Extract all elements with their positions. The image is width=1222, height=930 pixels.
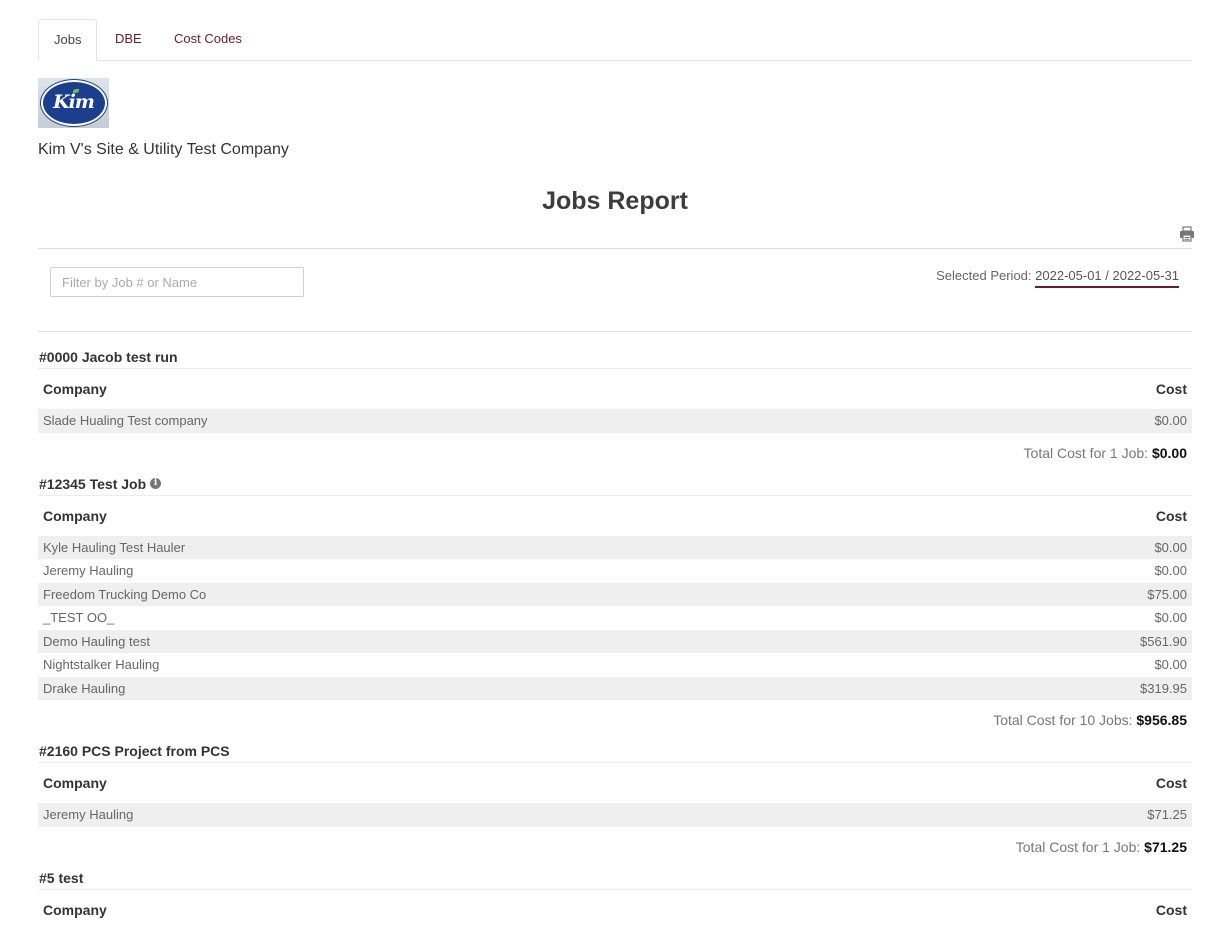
job-section: #12345 Test Job i Company Cost Kyle Hauling … <box>38 473 1192 741</box>
job-section: #2160 PCS Project from PCS Company Cost Jer… <box>38 740 1192 867</box>
job-title-text: #5 test <box>39 869 84 886</box>
info-icon[interactable]: i <box>150 478 162 490</box>
table-row: Kyle Hauling Test Hauler $0.00 <box>38 535 1192 559</box>
cost-cell: $0.00 <box>1154 563 1187 578</box>
column-header-company: Company <box>43 381 107 397</box>
company-cell: Freedom Trucking Demo Co <box>43 586 207 602</box>
tab-dbe[interactable]: DBE <box>100 19 157 59</box>
column-header-cost: Cost <box>1155 507 1187 524</box>
cost-cell: $561.90 <box>1140 633 1187 649</box>
period-picker[interactable]: 2022-05-01 / 2022-05-31 <box>1035 268 1179 288</box>
logo-text: Kim <box>53 91 95 113</box>
job-title-text: #12345 Test Job <box>39 475 147 492</box>
total-label: Total Cost for 1 Job: <box>1023 444 1149 461</box>
divider <box>38 331 1192 332</box>
total-label: Total Cost for 10 Jobs: <box>993 712 1133 728</box>
job-title: #0000 Jacob test run <box>38 346 1192 369</box>
logo-badge: Kim <box>40 80 107 126</box>
tab-bar: Jobs DBE Cost Codes <box>38 0 1192 61</box>
company-cell: Nightstalker Hauling <box>43 657 160 672</box>
company-cell: Demo Hauling test <box>43 633 150 649</box>
cost-cell: $0.00 <box>1154 657 1187 672</box>
table-row: Nightstalker Hauling $0.00 <box>38 653 1192 677</box>
job-total: Total Cost for 1 Job: $71.25 <box>38 827 1192 867</box>
table-header: Company Cost <box>38 763 1192 803</box>
column-header-company: Company <box>43 775 107 791</box>
column-header-company: Company <box>43 507 107 524</box>
page-title: Jobs Report <box>542 187 688 215</box>
job-filter-input[interactable] <box>50 267 304 297</box>
column-header-company: Company <box>43 901 107 918</box>
report-page: Jobs DBE Cost Codes Kim Kim V's Site & U… <box>38 0 1194 918</box>
company-cell: Slade Hualing Test company <box>43 413 208 428</box>
company-cell: Jeremy Hauling <box>43 563 134 578</box>
table-header: Company Cost <box>38 890 1192 930</box>
job-title: #5 test <box>38 867 1192 890</box>
cost-cell: $0.00 <box>1154 413 1187 428</box>
job-title: #12345 Test Job i <box>38 473 1192 496</box>
job-title-text: #0000 Jacob test run <box>39 349 178 365</box>
table-row: _TEST OO_ $0.00 <box>38 606 1192 630</box>
job-section: #5 test Company Cost <box>38 867 1192 930</box>
cost-cell: $0.00 <box>1154 610 1187 625</box>
cost-cell: $71.25 <box>1147 807 1187 822</box>
company-logo: Kim <box>38 78 109 128</box>
total-value: $71.25 <box>1144 838 1187 855</box>
table-row: Slade Hualing Test company $0.00 <box>38 409 1192 433</box>
company-cell: Kyle Hauling Test Hauler <box>43 539 186 555</box>
total-value: $956.85 <box>1136 712 1187 728</box>
table-header: Company Cost <box>38 496 1192 536</box>
table-row: Jeremy Hauling $71.25 <box>38 803 1192 827</box>
tab-jobs[interactable]: Jobs <box>38 19 98 61</box>
job-title-text: #2160 PCS Project from PCS <box>39 743 230 759</box>
table-row: Freedom Trucking Demo Co $75.00 <box>38 582 1192 606</box>
column-header-cost: Cost <box>1155 775 1187 791</box>
company-cell: _TEST OO_ <box>43 610 115 625</box>
table-row: Jeremy Hauling $0.00 <box>38 559 1192 583</box>
job-title: #2160 PCS Project from PCS <box>38 740 1192 763</box>
table-header: Company Cost <box>38 369 1192 409</box>
company-cell: Drake Hauling <box>43 680 126 696</box>
print-icon[interactable] <box>1179 226 1195 242</box>
job-total: Total Cost for 10 Jobs: $956.85 <box>38 700 1192 740</box>
total-label: Total Cost for 1 Job: <box>1015 838 1141 855</box>
total-value: $0.00 <box>1151 444 1187 461</box>
table-row: Drake Hauling $319.95 <box>38 676 1192 700</box>
period-label: Selected Period: <box>936 268 1032 283</box>
cost-cell: $75.00 <box>1147 586 1187 602</box>
job-section: #0000 Jacob test run Company Cost Slade Hua… <box>38 346 1192 473</box>
column-header-cost: Cost <box>1155 901 1187 918</box>
job-total: Total Cost for 1 Job: $0.00 <box>38 433 1192 473</box>
jobs-list: #0000 Jacob test run Company Cost Slade Hua… <box>38 346 1192 930</box>
cost-cell: $0.00 <box>1154 539 1187 555</box>
selected-period: Selected Period: 2022-05-01 / 2022-05-31 <box>936 268 1179 288</box>
company-cell: Jeremy Hauling <box>43 807 134 822</box>
cost-cell: $319.95 <box>1140 680 1187 696</box>
company-name: Kim V's Site & Utility Test Company <box>38 141 289 158</box>
column-header-cost: Cost <box>1155 381 1187 397</box>
divider <box>38 248 1192 249</box>
table-row: Demo Hauling test $561.90 <box>38 629 1192 653</box>
tab-cost-codes[interactable]: Cost Codes <box>159 19 257 59</box>
